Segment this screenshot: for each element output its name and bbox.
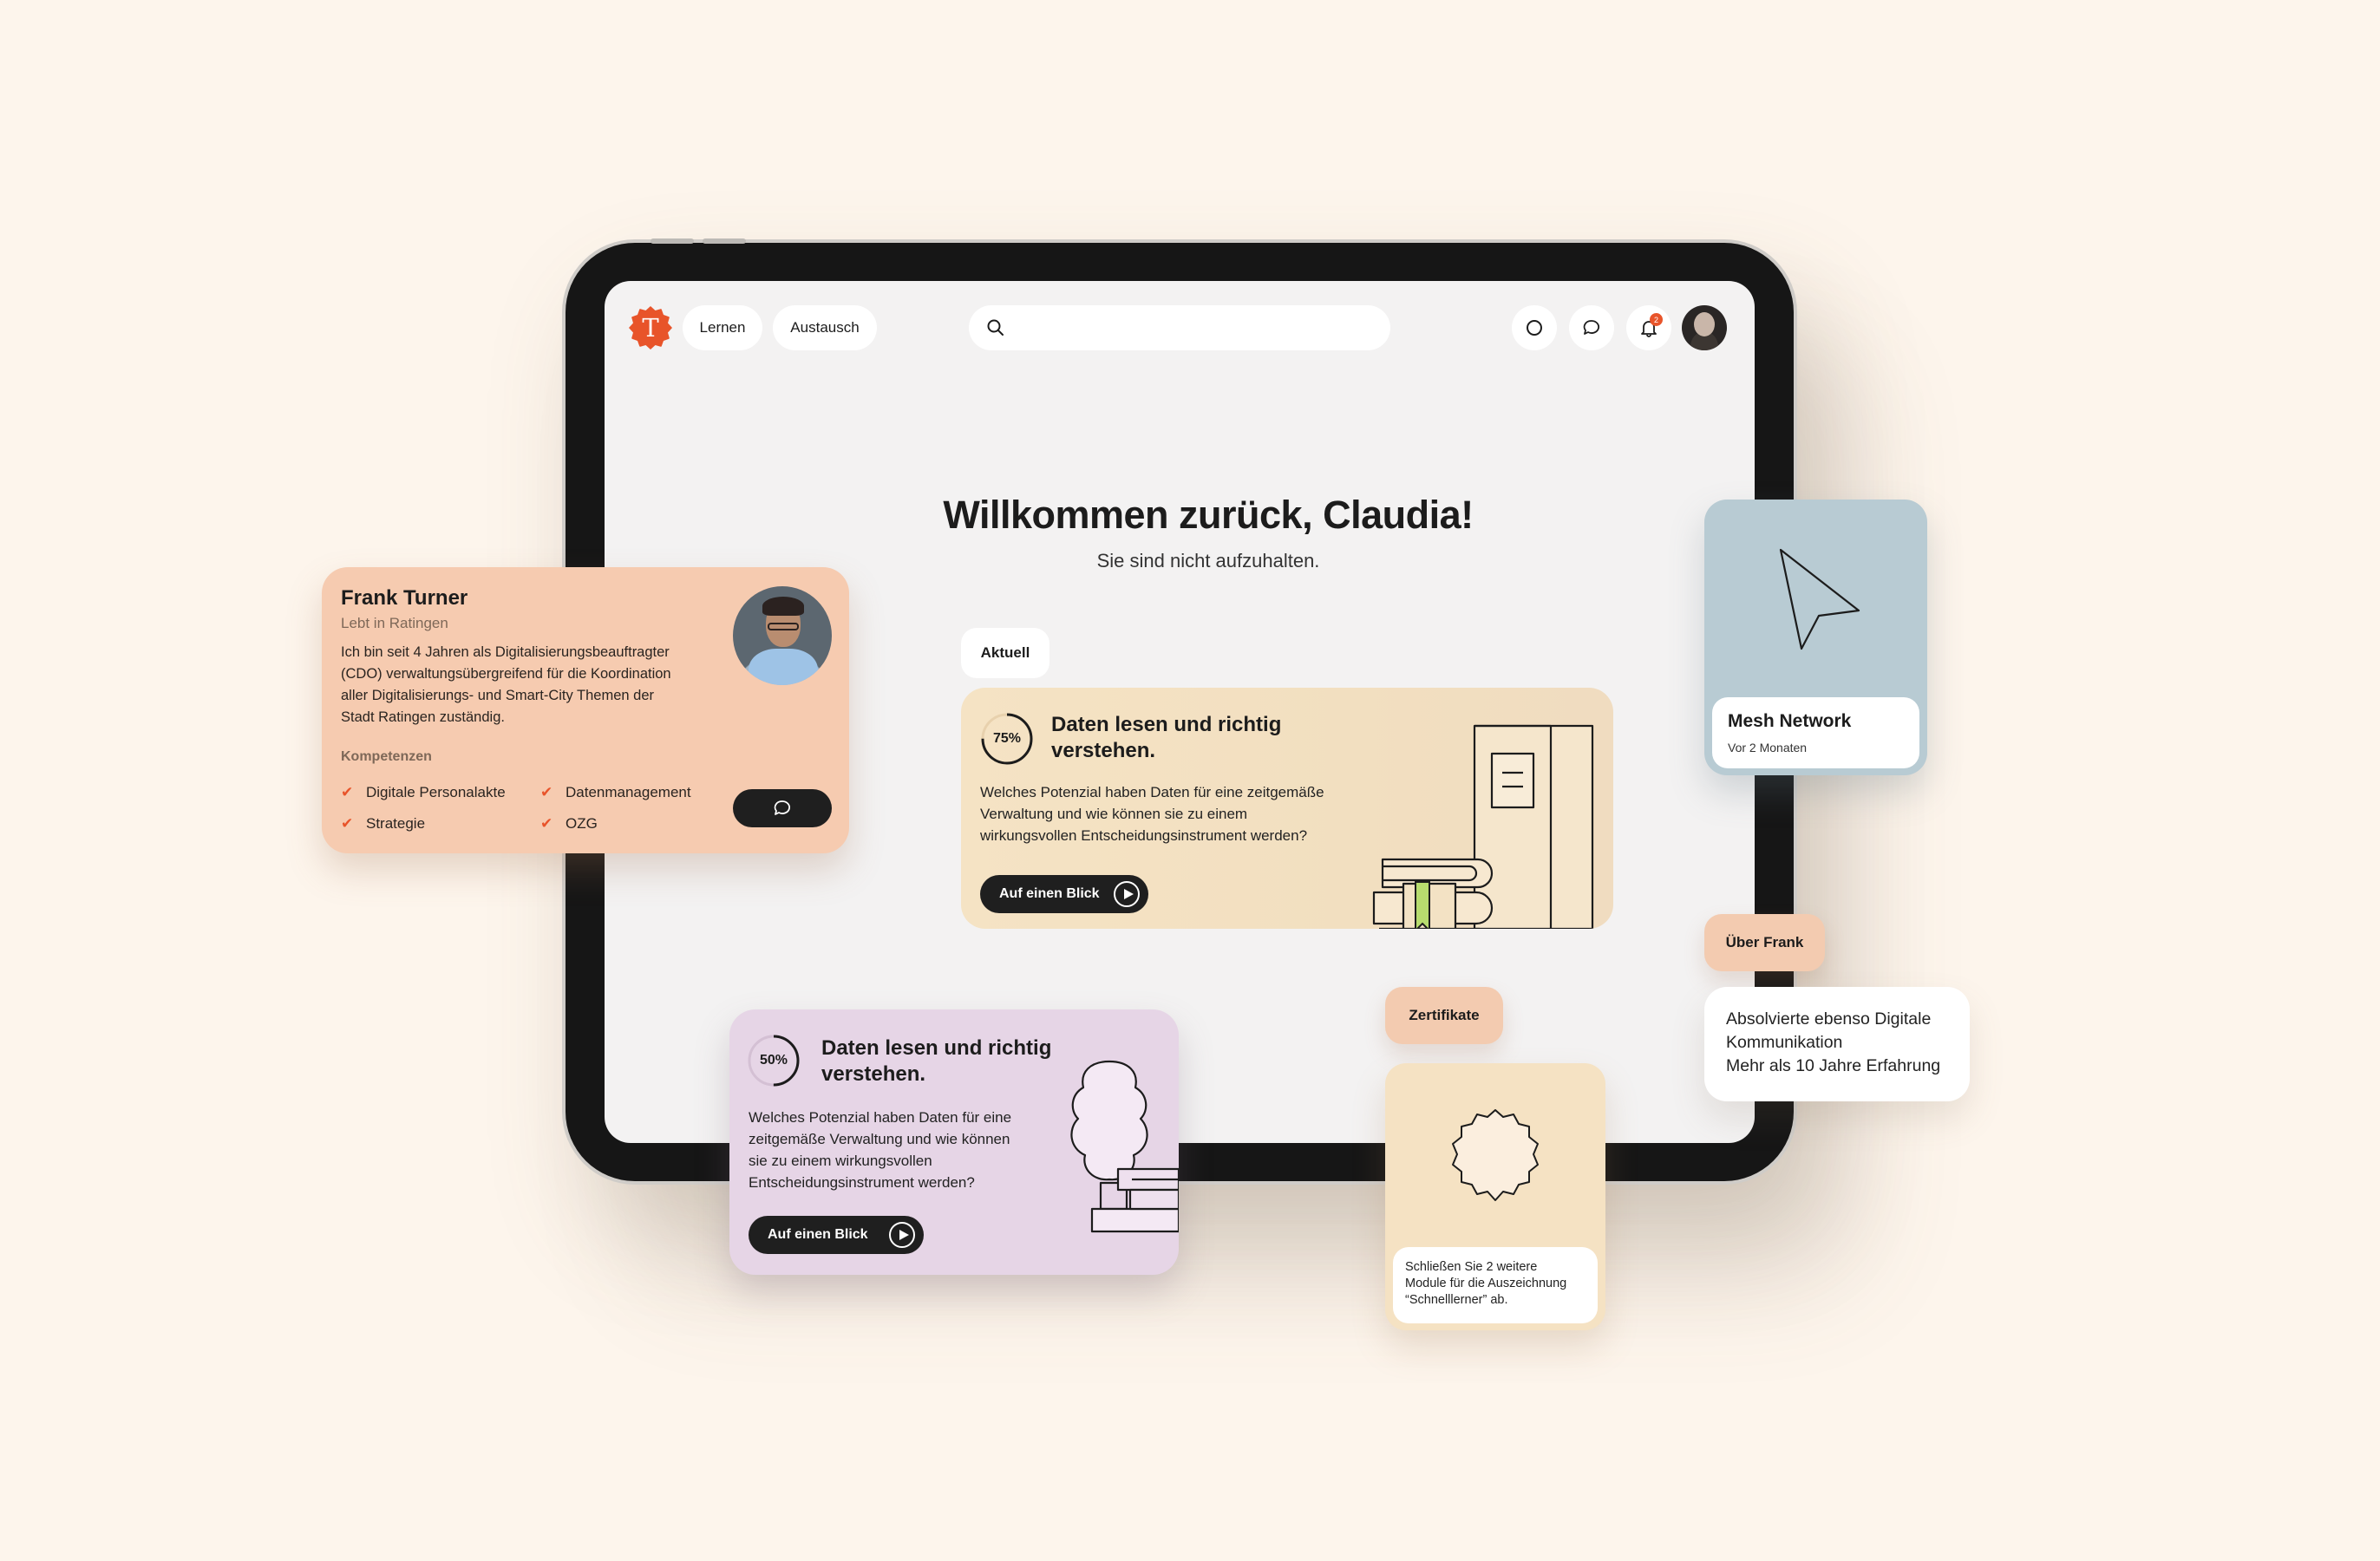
circle-icon — [1527, 320, 1542, 336]
notifications-button[interactable]: 2 — [1626, 305, 1671, 350]
progress-label: 75% — [992, 731, 1022, 746]
about-line: Mehr als 10 Jahre Erfahrung — [1726, 1056, 1941, 1075]
certificate-text: Schließen Sie 2 weitere Module für die A… — [1405, 1259, 1596, 1309]
chat-bubble-icon — [774, 800, 790, 815]
profile-bio: Ich bin seit 4 Jahren als Digitalisierun… — [341, 642, 714, 728]
messages-button[interactable] — [1569, 305, 1614, 350]
profile-card[interactable]: Frank Turner Lebt in Ratingen Ich bin se… — [322, 567, 849, 853]
mesh-network-card[interactable]: Mesh Network Vor 2 Monaten — [1704, 500, 1927, 775]
tree-books-illustration — [1070, 1060, 1179, 1233]
course-desc-line: Welches Potenzial haben Daten für eine — [749, 1109, 1012, 1126]
tag-zertifikate[interactable]: Zertifikate — [1385, 987, 1503, 1044]
about-line: Absolvierte ebenso Digitale — [1726, 1009, 1932, 1029]
profile-bio-line: (CDO) verwaltungsübergreifend für die Ko… — [341, 666, 671, 682]
photo-hair — [762, 597, 804, 616]
certificate-info: Schließen Sie 2 weitere Module für die A… — [1393, 1247, 1598, 1323]
device-volume-button — [703, 238, 746, 244]
cursor-arrow-icon — [1779, 548, 1860, 650]
about-card: Absolvierte ebenso Digitale Kommunikatio… — [1704, 987, 1970, 1101]
course-title: Daten lesen und richtig verstehen. — [821, 1035, 1051, 1087]
badge-seal-icon — [1452, 1109, 1539, 1201]
course-desc-line: Entscheidungsinstrument werden? — [749, 1174, 975, 1191]
profile-location: Lebt in Ratingen — [341, 615, 448, 631]
certificate-card[interactable]: Schließen Sie 2 weitere Module für die A… — [1385, 1063, 1605, 1330]
skill-label: Digitale Personalakte — [366, 784, 506, 800]
skill-label: OZG — [566, 815, 598, 832]
top-navigation: T Lernen Austausch 2 — [605, 281, 1755, 376]
profile-bio-line: aller Digitalisierungs- und Smart-City T… — [341, 688, 655, 703]
overview-button-label: Auf einen Blick — [768, 1227, 868, 1242]
bookshelf-illustration — [1372, 724, 1594, 929]
user-avatar[interactable] — [1682, 305, 1727, 350]
certificate-text-line: Module für die Auszeichnung — [1405, 1277, 1567, 1290]
circle-button[interactable] — [1512, 305, 1557, 350]
course-title: Daten lesen und richtig verstehen. — [1051, 712, 1281, 764]
course-description: Welches Potenzial haben Daten für eine z… — [980, 781, 1324, 846]
current-course-card[interactable]: 75% Daten lesen und richtig verstehen. W… — [961, 688, 1613, 929]
check-icon: ✔ — [540, 815, 553, 832]
certificate-text-line: “Schnelllerner” ab. — [1405, 1293, 1508, 1307]
course-title-line: verstehen. — [821, 1062, 926, 1086]
nav-austausch[interactable]: Austausch — [773, 305, 877, 350]
course-title-line: Daten lesen und richtig — [1051, 713, 1282, 736]
profile-bio-line: Ich bin seit 4 Jahren als Digitalisierun… — [341, 644, 670, 660]
brand-logo[interactable]: T — [629, 306, 672, 349]
nav-lernen[interactable]: Lernen — [683, 305, 762, 350]
overview-button[interactable]: Auf einen Blick — [980, 875, 1148, 913]
search-icon — [987, 319, 1004, 336]
play-icon — [889, 1222, 915, 1248]
chat-bubble-icon — [1583, 320, 1599, 335]
course-title-line: verstehen. — [1051, 739, 1156, 762]
check-icon: ✔ — [540, 784, 553, 800]
tag-ueber-frank[interactable]: Über Frank — [1704, 914, 1825, 971]
about-line: Kommunikation — [1726, 1033, 1843, 1052]
profile-photo — [733, 586, 832, 685]
course-desc-line: sie zu einem wirkungsvollen — [749, 1153, 932, 1169]
play-icon — [1114, 881, 1140, 907]
skill-item: ✔ Digitale Personalakte — [341, 784, 506, 801]
certificate-text-line: Schließen Sie 2 weitere — [1405, 1260, 1538, 1274]
notification-badge: 2 — [1650, 313, 1663, 326]
photo-glasses — [768, 623, 799, 630]
profile-bio-line: Stadt Ratingen zuständig. — [341, 709, 505, 725]
progress-label: 50% — [759, 1053, 788, 1068]
mesh-network-time: Vor 2 Monaten — [1728, 741, 1808, 754]
logo-letter: T — [642, 313, 659, 343]
skill-item: ✔ Datenmanagement — [540, 784, 691, 801]
profile-name: Frank Turner — [341, 586, 468, 610]
message-button[interactable] — [733, 789, 832, 827]
photo-shirt — [749, 649, 818, 685]
tag-aktuell[interactable]: Aktuell — [961, 628, 1049, 678]
skill-item: ✔ Strategie — [341, 815, 425, 833]
check-icon: ✔ — [341, 815, 354, 832]
course-desc-line: Welches Potenzial haben Daten für eine z… — [980, 784, 1324, 800]
overview-button[interactable]: Auf einen Blick — [749, 1216, 924, 1254]
search-input[interactable] — [969, 305, 1390, 350]
skills-heading: Kompetenzen — [341, 749, 432, 764]
progress-ring: 50% — [747, 1034, 801, 1087]
check-icon: ✔ — [341, 784, 354, 800]
mesh-network-title: Mesh Network — [1728, 711, 1852, 731]
course-card-lilac[interactable]: 50% Daten lesen und richtig verstehen. W… — [729, 1009, 1179, 1275]
course-desc-line: Verwaltung und wie können sie zu einem — [980, 806, 1248, 822]
welcome-heading: Willkommen zurück, Claudia! — [943, 493, 1474, 537]
skill-label: Strategie — [366, 815, 426, 832]
device-volume-button — [651, 238, 694, 244]
skill-item: ✔ OZG — [540, 815, 598, 833]
progress-ring: 75% — [980, 712, 1034, 766]
skill-label: Datenmanagement — [566, 784, 691, 800]
overview-button-label: Auf einen Blick — [999, 886, 1100, 901]
course-desc-line: wirkungsvollen Entscheidungsinstrument w… — [980, 827, 1308, 844]
mesh-network-info: Mesh Network Vor 2 Monaten — [1712, 697, 1919, 768]
course-desc-line: zeitgemäße Verwaltung und wie können — [749, 1131, 1010, 1147]
course-title-line: Daten lesen und richtig — [821, 1036, 1052, 1060]
course-description: Welches Potenzial haben Daten für eine z… — [749, 1107, 1011, 1193]
